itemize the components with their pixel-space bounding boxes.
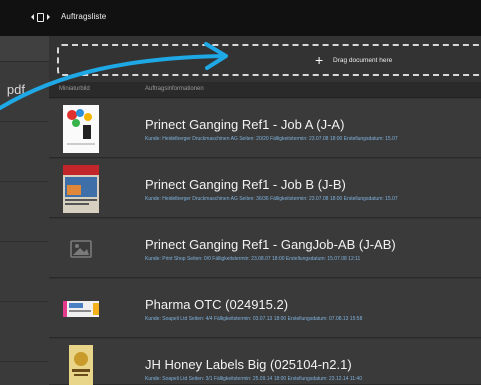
drop-zone[interactable]: + Drag document here	[57, 44, 481, 76]
job-name: JH Honey Labels Big (025104-n2.1)	[145, 357, 352, 372]
plus-icon: +	[315, 52, 324, 68]
job-thumbnail	[63, 105, 99, 153]
job-row[interactable]: Pharma OTC (024915.2) Kunde: Soapeli Ltd…	[49, 279, 481, 338]
column-header-info[interactable]: Auftragsinformationen	[145, 86, 204, 92]
job-row[interactable]: Prinect Ganging Ref1 - Job A (J-A) Kunde…	[49, 99, 481, 158]
sidebar-item[interactable]	[0, 302, 49, 362]
column-header-thumbnail[interactable]: Miniaturbild	[59, 86, 90, 92]
job-row[interactable]: Prinect Ganging Ref1 - GangJob-AB (J-AB)…	[49, 219, 481, 278]
job-meta: Kunde: Soapeli Ltd Seiten: 3/1 Fälligkei…	[145, 376, 362, 382]
sidebar-item[interactable]	[0, 182, 49, 242]
drop-zone-label: Drag document here	[333, 57, 393, 64]
sidebar-file-label: pdf	[6, 82, 25, 97]
panel-toggle-icon[interactable]	[31, 12, 50, 23]
column-header-row: Miniaturbild Auftragsinformationen	[49, 82, 481, 98]
image-placeholder-icon	[70, 240, 92, 258]
sidebar: pdf	[0, 36, 49, 385]
title-bar: Auftragsliste	[0, 0, 481, 36]
sidebar-item-file[interactable]: pdf	[0, 62, 49, 122]
job-meta: Kunde: Print Shop Seiten: 0/0 Fälligkeit…	[145, 256, 361, 262]
job-meta: Kunde: Heidelberger Druckmaschinen AG Se…	[145, 136, 398, 142]
job-row[interactable]: Prinect Ganging Ref1 - Job B (J-B) Kunde…	[49, 159, 481, 218]
job-meta: Kunde: Heidelberger Druckmaschinen AG Se…	[145, 196, 398, 202]
job-name: Prinect Ganging Ref1 - GangJob-AB (J-AB)	[145, 237, 396, 252]
job-row[interactable]: JH Honey Labels Big (025104-n2.1) Kunde:…	[49, 339, 481, 385]
job-name: Prinect Ganging Ref1 - Job A (J-A)	[145, 117, 345, 132]
job-name: Pharma OTC (024915.2)	[145, 297, 289, 312]
job-meta: Kunde: Soapeli Ltd Seiten: 4/4 Fälligkei…	[145, 316, 363, 322]
sidebar-item[interactable]	[0, 122, 49, 182]
job-thumbnail	[69, 345, 93, 385]
sidebar-item[interactable]	[0, 242, 49, 302]
job-list-panel: + Drag document here Miniaturbild Auftra…	[49, 36, 481, 385]
job-name: Prinect Ganging Ref1 - Job B (J-B)	[145, 177, 346, 192]
sidebar-header	[0, 36, 49, 62]
job-thumbnail	[63, 301, 99, 317]
job-thumbnail	[63, 165, 99, 213]
window-title: Auftragsliste	[61, 12, 107, 21]
